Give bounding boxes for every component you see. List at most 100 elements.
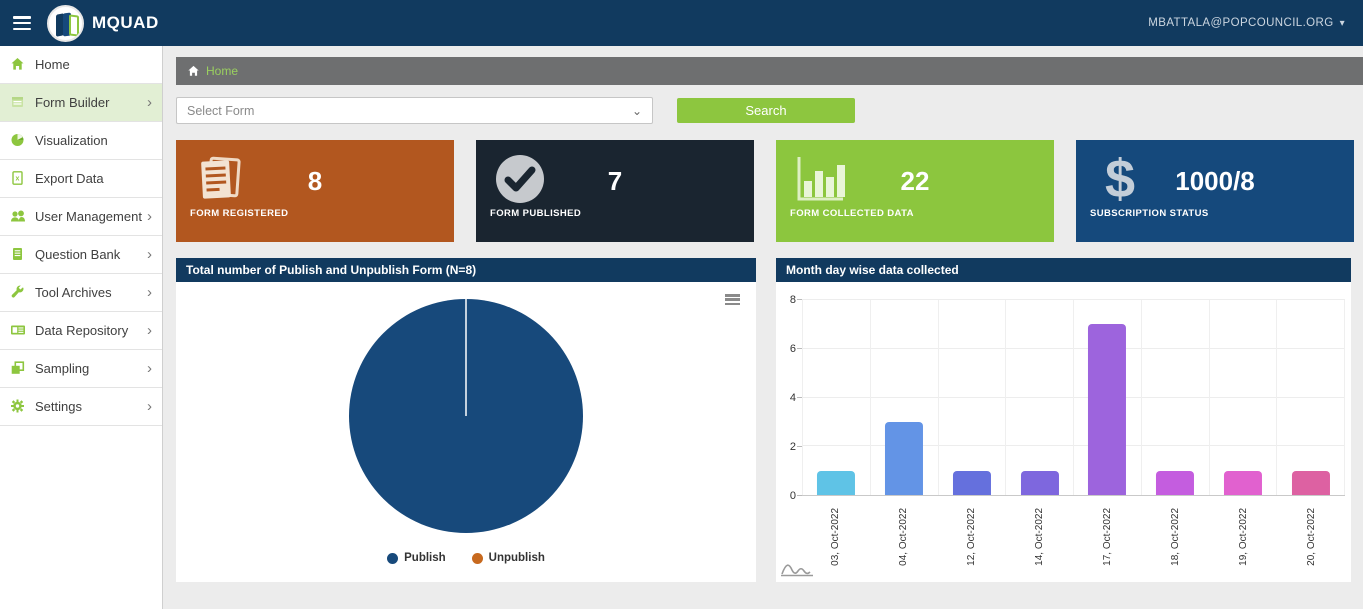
pie-graphic[interactable] xyxy=(346,296,586,536)
select-form-dropdown[interactable]: Select Form ⌄ xyxy=(176,97,653,124)
chevron-right-icon: › xyxy=(147,285,152,300)
bar-14, Oct-2022[interactable] xyxy=(1021,471,1059,495)
sidebar-item-label: Sampling xyxy=(35,361,89,376)
svg-text:x: x xyxy=(16,176,20,183)
chart-context-menu-icon[interactable] xyxy=(725,294,740,305)
bar-plot xyxy=(802,300,1345,496)
mquad-logo-icon xyxy=(47,5,84,42)
chevron-right-icon: › xyxy=(147,399,152,414)
bar-column xyxy=(802,300,871,495)
pie-icon xyxy=(10,133,26,148)
bar-column xyxy=(939,300,1007,495)
chevron-right-icon: › xyxy=(147,209,152,224)
legend-item-publish[interactable]: Publish xyxy=(387,552,446,564)
legend-label: Unpublish xyxy=(489,552,545,564)
bar-chart: 02468 03, Oct-202204, Oct-202212, Oct-20… xyxy=(776,282,1351,582)
chevron-right-icon: › xyxy=(147,95,152,110)
card-value: 22 xyxy=(776,166,1054,197)
sidebar-item-sampling[interactable]: Sampling › xyxy=(0,350,162,388)
sidebar-item-question-bank[interactable]: Question Bank › xyxy=(0,236,162,274)
bar-column xyxy=(871,300,939,495)
bar-12, Oct-2022[interactable] xyxy=(953,471,991,495)
filter-row: Select Form ⌄ Search xyxy=(176,97,1363,124)
sidebar-item-label: User Management xyxy=(35,209,142,224)
brand-name: MQUAD xyxy=(92,13,159,33)
caret-down-icon: ▾ xyxy=(1340,18,1345,29)
gear-icon xyxy=(10,399,26,414)
users-icon xyxy=(10,209,26,224)
sidebar-item-label: Settings xyxy=(35,399,82,414)
y-tick-label: 6 xyxy=(790,343,796,355)
home-icon xyxy=(10,57,26,72)
bar-17, Oct-2022[interactable] xyxy=(1088,324,1126,495)
pie-legend: Publish Unpublish xyxy=(176,552,756,564)
bar-20, Oct-2022[interactable] xyxy=(1292,471,1330,495)
sidebar-item-export-data[interactable]: x Export Data xyxy=(0,160,162,198)
sidebar-item-visualization[interactable]: Visualization xyxy=(0,122,162,160)
sidebar-item-label: Home xyxy=(35,57,70,72)
card-value: 8 xyxy=(176,166,454,197)
card-label: FORM COLLECTED DATA xyxy=(790,208,914,219)
sidebar-item-label: Question Bank xyxy=(35,247,120,262)
pie-chart-panel: Total number of Publish and Unpublish Fo… xyxy=(176,258,756,582)
sidebar-item-form-builder[interactable]: Form Builder › xyxy=(0,84,162,122)
clone-icon xyxy=(10,361,26,376)
breadcrumb: Home xyxy=(176,57,1363,85)
y-tick-label: 8 xyxy=(790,294,796,306)
bar-column xyxy=(1210,300,1278,495)
chevron-down-icon: ⌄ xyxy=(632,104,642,118)
form-icon xyxy=(10,95,26,110)
main-content: Home Select Form ⌄ Search FORM REGISTERE… xyxy=(164,46,1363,609)
sidebar-item-label: Data Repository xyxy=(35,323,128,338)
bar-y-axis: 02468 xyxy=(776,300,802,496)
x-tick-label: 20, Oct-2022 xyxy=(1277,504,1345,576)
bar-18, Oct-2022[interactable] xyxy=(1156,471,1194,495)
home-icon xyxy=(187,65,200,77)
stat-cards: FORM REGISTERED 8 FORM PUBLISHED 7 FORM … xyxy=(176,140,1355,242)
sidebar-item-tool-archives[interactable]: Tool Archives › xyxy=(0,274,162,312)
legend-item-unpublish[interactable]: Unpublish xyxy=(472,552,545,564)
card-label: FORM REGISTERED xyxy=(190,208,288,219)
x-tick-label: 17, Oct-2022 xyxy=(1074,504,1142,576)
y-tick-label: 0 xyxy=(790,490,796,502)
bar-03, Oct-2022[interactable] xyxy=(817,471,855,495)
sidebar-item-settings[interactable]: Settings › xyxy=(0,388,162,426)
bar-column xyxy=(1277,300,1345,495)
hamburger-menu-icon[interactable] xyxy=(13,16,31,30)
bar-column xyxy=(1074,300,1142,495)
card-value: 1000/8 xyxy=(1076,166,1354,197)
card-form-registered[interactable]: FORM REGISTERED 8 xyxy=(176,140,454,242)
sidebar-item-user-management[interactable]: User Management › xyxy=(0,198,162,236)
user-account-menu[interactable]: MBATTALA@POPCOUNCIL.ORG ▾ xyxy=(1148,17,1345,29)
legend-dot-publish xyxy=(387,553,398,564)
card-subscription-status[interactable]: $ SUBSCRIPTION STATUS 1000/8 xyxy=(1076,140,1354,242)
card-form-published[interactable]: FORM PUBLISHED 7 xyxy=(476,140,754,242)
search-button[interactable]: Search xyxy=(677,98,855,123)
legend-dot-unpublish xyxy=(472,553,483,564)
card-value: 7 xyxy=(476,166,754,197)
wrench-icon xyxy=(10,285,26,300)
brand-logo[interactable]: MQUAD xyxy=(47,5,159,42)
chart-panels: Total number of Publish and Unpublish Fo… xyxy=(176,258,1363,582)
card-form-collected-data[interactable]: FORM COLLECTED DATA 22 xyxy=(776,140,1054,242)
sidebar-item-label: Visualization xyxy=(35,133,108,148)
bar-column xyxy=(1006,300,1074,495)
chevron-right-icon: › xyxy=(147,361,152,376)
user-email: MBATTALA@POPCOUNCIL.ORG xyxy=(1148,17,1333,29)
pie-chart: Publish Unpublish xyxy=(176,282,756,582)
x-tick-label: 19, Oct-2022 xyxy=(1209,504,1277,576)
chart-watermark-icon xyxy=(780,560,816,578)
card-label: FORM PUBLISHED xyxy=(490,208,581,219)
bar-panel-title: Month day wise data collected xyxy=(776,258,1351,282)
bar-19, Oct-2022[interactable] xyxy=(1224,471,1262,495)
breadcrumb-label[interactable]: Home xyxy=(206,64,238,78)
sidebar-item-data-repository[interactable]: Data Repository › xyxy=(0,312,162,350)
x-tick-label: 14, Oct-2022 xyxy=(1006,504,1074,576)
sidebar-item-label: Export Data xyxy=(35,171,104,186)
sidebar-item-home[interactable]: Home xyxy=(0,46,162,84)
bar-x-axis-labels: 03, Oct-202204, Oct-202212, Oct-202214, … xyxy=(802,504,1345,576)
card-label: SUBSCRIPTION STATUS xyxy=(1090,208,1209,219)
x-tick-label: 04, Oct-2022 xyxy=(870,504,938,576)
bar-04, Oct-2022[interactable] xyxy=(885,422,923,495)
top-navbar: MQUAD MBATTALA@POPCOUNCIL.ORG ▾ xyxy=(0,0,1363,46)
